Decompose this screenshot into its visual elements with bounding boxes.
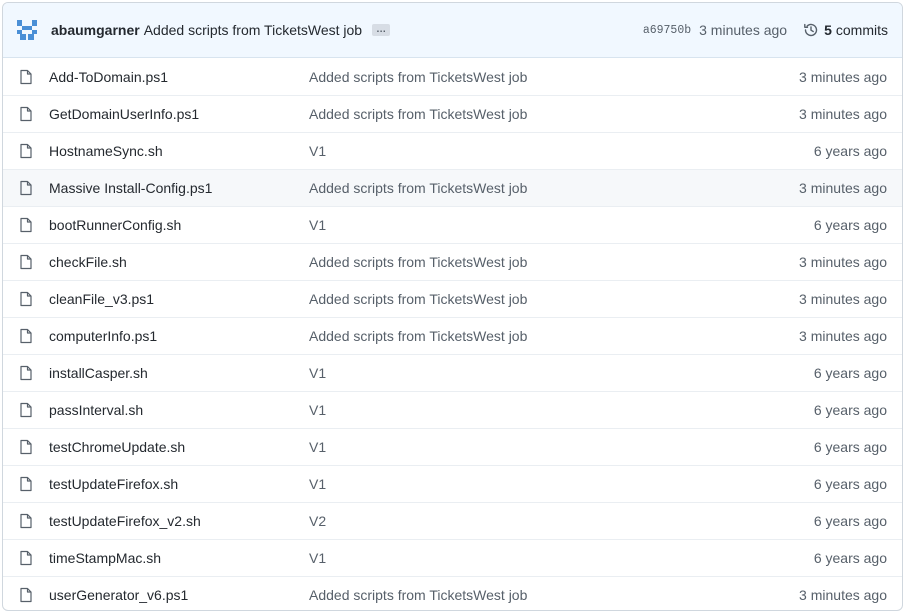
file-name-link[interactable]: Add-ToDomain.ps1 [49, 69, 309, 85]
file-commit-time: 3 minutes ago [799, 254, 887, 270]
commit-sha-link[interactable]: a69750b [643, 24, 691, 37]
file-row[interactable]: bootRunnerConfig.sh V1 6 years ago [3, 206, 902, 243]
file-icon [19, 180, 35, 196]
file-name-link[interactable]: timeStampMac.sh [49, 550, 309, 566]
file-name-link[interactable]: HostnameSync.sh [49, 143, 309, 159]
file-name-link[interactable]: passInterval.sh [49, 402, 309, 418]
file-icon [19, 365, 35, 381]
file-commit-time: 3 minutes ago [799, 587, 887, 603]
file-commit-message-link[interactable]: Added scripts from TicketsWest job [309, 587, 609, 603]
commit-message-link[interactable]: Added scripts from TicketsWest job [144, 22, 362, 38]
file-commit-time: 3 minutes ago [799, 180, 887, 196]
file-name-link[interactable]: testChromeUpdate.sh [49, 439, 309, 455]
file-name-link[interactable]: testUpdateFirefox.sh [49, 476, 309, 492]
file-name-link[interactable]: cleanFile_v3.ps1 [49, 291, 309, 307]
file-row[interactable]: HostnameSync.sh V1 6 years ago [3, 132, 902, 169]
file-row[interactable]: cleanFile_v3.ps1 Added scripts from Tick… [3, 280, 902, 317]
expand-commit-button[interactable]: … [372, 24, 391, 36]
file-commit-message-link[interactable]: V1 [309, 365, 609, 381]
file-icon [19, 143, 35, 159]
file-icon [19, 439, 35, 455]
file-row[interactable]: testUpdateFirefox.sh V1 6 years ago [3, 465, 902, 502]
file-icon [19, 254, 35, 270]
file-row[interactable]: checkFile.sh Added scripts from TicketsW… [3, 243, 902, 280]
file-commit-time: 6 years ago [813, 513, 887, 529]
file-icon [19, 587, 35, 603]
file-commit-time: 6 years ago [813, 143, 887, 159]
file-commit-time: 6 years ago [813, 365, 887, 381]
file-icon [19, 69, 35, 85]
history-icon [804, 23, 818, 37]
file-commit-message-link[interactable]: V1 [309, 217, 609, 233]
file-commit-time: 3 minutes ago [799, 328, 887, 344]
file-icon [19, 328, 35, 344]
file-row[interactable]: userGenerator_v6.ps1 Added scripts from … [3, 576, 902, 610]
avatar[interactable] [15, 18, 39, 42]
latest-commit-header: abaumgarner Added scripts from TicketsWe… [3, 3, 902, 58]
file-commit-message-link[interactable]: V1 [309, 402, 609, 418]
file-row[interactable]: passInterval.sh V1 6 years ago [3, 391, 902, 428]
file-icon [19, 476, 35, 492]
file-name-link[interactable]: checkFile.sh [49, 254, 309, 270]
file-name-link[interactable]: userGenerator_v6.ps1 [49, 587, 309, 603]
file-commit-time: 6 years ago [813, 439, 887, 455]
file-row[interactable]: testChromeUpdate.sh V1 6 years ago [3, 428, 902, 465]
file-commit-time: 3 minutes ago [799, 291, 887, 307]
file-commit-time: 3 minutes ago [799, 106, 887, 122]
commit-count: 5 [824, 22, 832, 38]
file-commit-message-link[interactable]: Added scripts from TicketsWest job [309, 328, 609, 344]
file-commit-time: 3 minutes ago [799, 68, 887, 85]
commits-label: commits [835, 22, 888, 38]
file-icon [19, 550, 35, 566]
file-commit-message-link[interactable]: Added scripts from TicketsWest job [309, 69, 609, 85]
file-commit-message-link[interactable]: Added scripts from TicketsWest job [309, 106, 609, 122]
file-commit-time: 6 years ago [813, 476, 887, 492]
file-commit-time: 6 years ago [813, 550, 887, 566]
file-commit-message-link[interactable]: V1 [309, 143, 609, 159]
file-name-link[interactable]: installCasper.sh [49, 365, 309, 381]
file-row[interactable]: GetDomainUserInfo.ps1 Added scripts from… [3, 95, 902, 132]
file-icon [19, 217, 35, 233]
commit-author-link[interactable]: abaumgarner [51, 22, 140, 38]
file-commit-time: 6 years ago [813, 402, 887, 418]
file-commit-message-link[interactable]: V1 [309, 550, 609, 566]
file-name-link[interactable]: bootRunnerConfig.sh [49, 217, 309, 233]
file-commit-message-link[interactable]: Added scripts from TicketsWest job [309, 180, 609, 196]
file-row[interactable]: Massive Install-Config.ps1 Added scripts… [3, 169, 902, 206]
file-commit-message-link[interactable]: V2 [309, 513, 609, 529]
file-row[interactable]: timeStampMac.sh V1 6 years ago [3, 539, 902, 576]
file-row[interactable]: testUpdateFirefox_v2.sh V2 6 years ago [3, 502, 902, 539]
file-rows: Add-ToDomain.ps1 Added scripts from Tick… [3, 58, 902, 610]
file-commit-message-link[interactable]: V1 [309, 476, 609, 492]
file-name-link[interactable]: computerInfo.ps1 [49, 328, 309, 344]
file-row[interactable]: Add-ToDomain.ps1 Added scripts from Tick… [3, 58, 902, 95]
file-list-box: abaumgarner Added scripts from TicketsWe… [2, 2, 903, 611]
file-commit-time: 6 years ago [813, 217, 887, 233]
file-name-link[interactable]: Massive Install-Config.ps1 [49, 180, 309, 196]
identicon-icon [17, 20, 37, 40]
file-commit-message-link[interactable]: Added scripts from TicketsWest job [309, 254, 609, 270]
commit-time: 3 minutes ago [699, 22, 788, 38]
file-icon [19, 402, 35, 418]
commits-history-link[interactable]: 5 commits [803, 22, 888, 38]
file-icon [19, 513, 35, 529]
file-commit-message-link[interactable]: V1 [309, 439, 609, 455]
file-icon [19, 291, 35, 307]
file-row[interactable]: installCasper.sh V1 6 years ago [3, 354, 902, 391]
file-icon [19, 106, 35, 122]
file-name-link[interactable]: testUpdateFirefox_v2.sh [49, 513, 309, 529]
file-commit-message-link[interactable]: Added scripts from TicketsWest job [309, 291, 609, 307]
file-row[interactable]: computerInfo.ps1 Added scripts from Tick… [3, 317, 902, 354]
file-name-link[interactable]: GetDomainUserInfo.ps1 [49, 106, 309, 122]
